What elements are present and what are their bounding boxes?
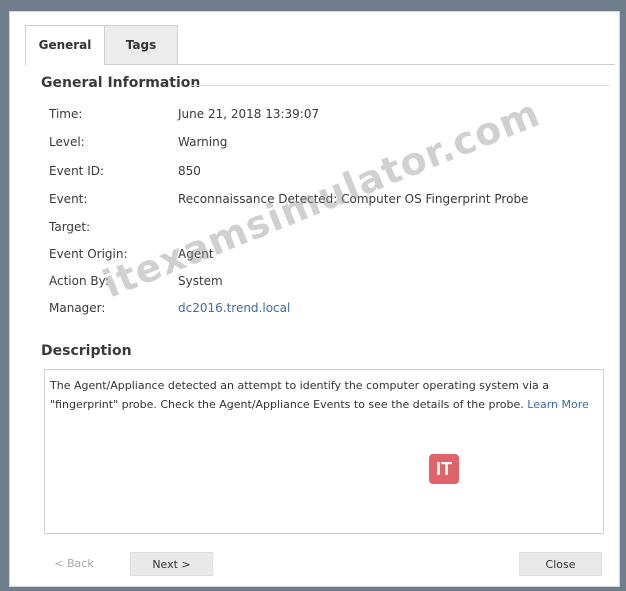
field-label: Target:	[49, 220, 91, 234]
field-label: Event ID:	[49, 164, 105, 178]
field-label: Event:	[49, 192, 88, 206]
section-divider	[190, 85, 610, 86]
field-value: 850	[178, 164, 201, 178]
tab-tags[interactable]: Tags	[105, 25, 178, 65]
field-label: Action By:	[49, 274, 109, 288]
tab-general[interactable]: General	[25, 25, 105, 66]
tab-bar: General Tags	[25, 25, 615, 66]
description-box: The Agent/Appliance detected an attempt …	[44, 369, 604, 534]
field-label: Manager:	[49, 301, 106, 315]
learn-more-link[interactable]: Learn More	[527, 398, 589, 411]
general-information-heading: General Information	[41, 75, 201, 91]
field-label: Level:	[49, 135, 85, 149]
field-row-target: Target:	[49, 220, 609, 240]
field-value: June 21, 2018 13:39:07	[178, 107, 320, 121]
field-label: Time:	[49, 107, 83, 121]
back-button[interactable]: < Back	[44, 552, 104, 576]
field-value: Warning	[178, 135, 228, 149]
it-logo-icon: IT	[429, 454, 459, 484]
description-heading: Description	[41, 343, 132, 359]
close-button[interactable]: Close	[519, 552, 602, 576]
field-row-manager: Manager: dc2016.trend.local	[49, 301, 609, 321]
next-button[interactable]: Next >	[130, 552, 213, 576]
manager-link[interactable]: dc2016.trend.local	[178, 301, 290, 315]
description-text: The Agent/Appliance detected an attempt …	[50, 379, 549, 411]
event-details-dialog: General Tags General Information Time: J…	[9, 11, 620, 587]
